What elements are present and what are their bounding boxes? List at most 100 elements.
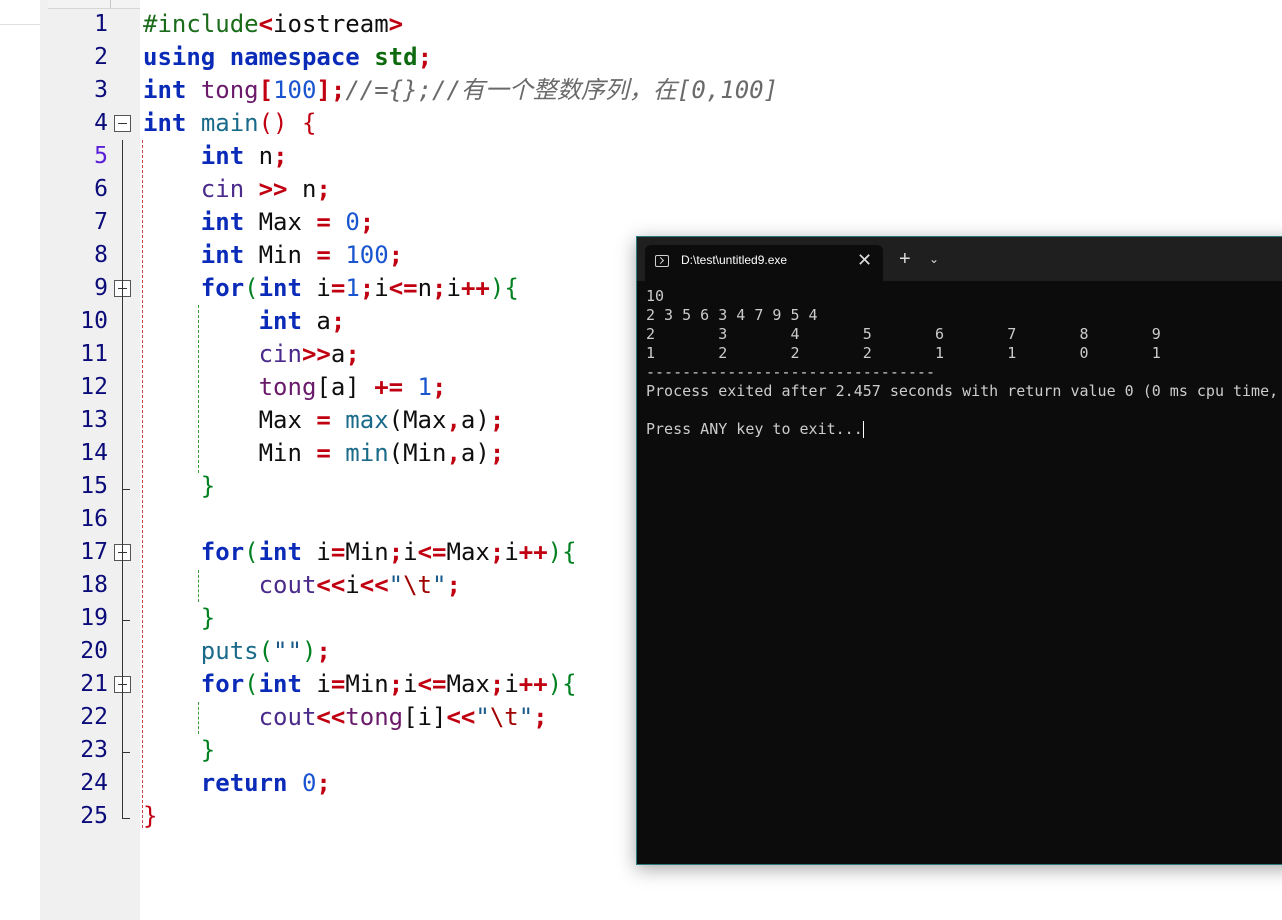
fold-toggle-icon[interactable]: [114, 115, 131, 132]
code-token: 1: [417, 373, 432, 401]
console-line: 2 3 5 6 3 4 7 9 5 4: [646, 306, 818, 324]
code-token: n: [244, 142, 274, 170]
code-token: ): [489, 274, 505, 302]
code-token: main: [200, 109, 259, 137]
code-token: ++: [460, 274, 490, 302]
code-token: #include: [143, 10, 259, 38]
line-number: 12: [80, 374, 108, 400]
code-line[interactable]: }: [143, 800, 157, 833]
code-token: <=: [388, 274, 418, 302]
code-line[interactable]: for(int i=Min;i<=Max;i++){: [143, 668, 577, 701]
code-line[interactable]: for(int i=1;i<=n;i++){: [143, 272, 519, 305]
code-token: i: [345, 571, 360, 599]
code-line[interactable]: int tong[100];//={};//有一个整数序列，在[0,100]: [143, 74, 778, 107]
code-token: =: [316, 439, 331, 467]
code-token: Max: [143, 406, 317, 434]
line-number: 10: [80, 308, 108, 334]
code-token: ): [547, 670, 563, 698]
console-line: Process exited after 2.457 seconds with …: [646, 382, 1279, 400]
fold-guide-tick: [122, 620, 130, 621]
code-token: for: [200, 538, 245, 566]
line-number: 25: [80, 803, 108, 829]
code-token: ": [518, 703, 534, 731]
console-window[interactable]: D:\test\untitled9.exe ✕ + ⌄ 10 2 3 5 6 3 …: [636, 236, 1282, 865]
code-token: tong: [258, 373, 317, 401]
code-token: int: [258, 670, 302, 698]
code-line[interactable]: using namespace std;: [143, 41, 432, 74]
code-line[interactable]: return 0;: [143, 767, 331, 800]
code-token: =: [330, 274, 346, 302]
code-line[interactable]: tong[a] += 1;: [143, 371, 447, 404]
code-token: {: [504, 274, 519, 302]
code-token: <<: [359, 571, 389, 599]
code-token: cin: [200, 175, 245, 203]
code-token: puts: [200, 637, 259, 665]
code-token: ;: [489, 439, 505, 467]
code-token: tong: [345, 703, 404, 731]
new-tab-button[interactable]: +: [899, 247, 911, 271]
code-token: ];: [316, 76, 346, 104]
code-token: {: [562, 538, 577, 566]
code-line[interactable]: cin >> n;: [143, 173, 331, 206]
code-token: <=: [417, 670, 447, 698]
code-line[interactable]: int Max = 0;: [143, 206, 374, 239]
line-number: 2: [94, 44, 108, 70]
code-token: ;: [489, 538, 505, 566]
code-line[interactable]: for(int i=Min;i<=Max;i++){: [143, 536, 577, 569]
code-token: ;: [417, 43, 433, 71]
code-line[interactable]: int n;: [143, 140, 288, 173]
code-line[interactable]: int a;: [143, 305, 346, 338]
code-line[interactable]: puts("");: [143, 635, 331, 668]
code-line[interactable]: int main() {: [143, 107, 316, 140]
code-token: Min: [143, 439, 317, 467]
code-token: }: [200, 472, 216, 500]
code-line[interactable]: #include<iostream>: [143, 8, 403, 41]
console-line: Press ANY key to exit...: [646, 420, 864, 438]
left-panel: [0, 0, 41, 920]
line-number: 1: [94, 11, 108, 37]
code-token: ;: [388, 241, 404, 269]
code-token: <=: [417, 538, 447, 566]
chevron-down-icon[interactable]: ⌄: [929, 249, 939, 269]
code-line[interactable]: cin>>a;: [143, 338, 360, 371]
code-line[interactable]: int Min = 100;: [143, 239, 403, 272]
close-icon[interactable]: ✕: [857, 248, 872, 272]
code-token: int: [143, 76, 187, 104]
code-token: 100: [345, 241, 389, 269]
code-token: for: [200, 274, 245, 302]
code-token: ++: [518, 670, 548, 698]
code-line[interactable]: }: [143, 602, 215, 635]
code-token: Max: [446, 670, 490, 698]
code-token: iostream: [273, 10, 389, 38]
code-line[interactable]: cout<<tong[i]<<"\t";: [143, 701, 548, 734]
code-token: ": [432, 571, 447, 599]
code-token: i: [301, 670, 331, 698]
code-line[interactable]: cout<<i<<"\t";: [143, 569, 461, 602]
code-token: <<: [446, 703, 476, 731]
console-tab[interactable]: D:\test\untitled9.exe ✕: [645, 245, 883, 281]
code-line[interactable]: }: [143, 734, 215, 767]
line-number: 18: [80, 572, 108, 598]
code-line[interactable]: }: [143, 470, 215, 503]
code-token: =: [330, 670, 346, 698]
console-titlebar[interactable]: D:\test\untitled9.exe ✕ + ⌄: [637, 237, 1282, 281]
line-number: 13: [80, 407, 108, 433]
block-guide: [142, 140, 143, 828]
